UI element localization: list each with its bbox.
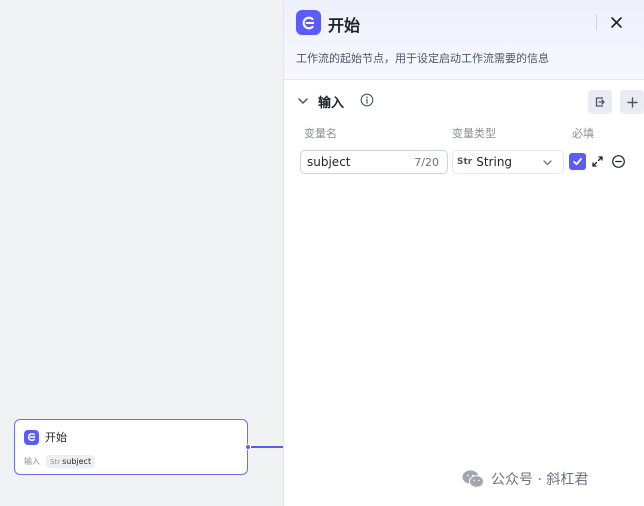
variable-name-field[interactable]: 7/20 [300,150,448,174]
check-icon [573,158,582,166]
start-node-title: 开始 [45,431,67,444]
plus-icon [626,96,638,108]
column-header-required: 必填 [572,127,594,140]
close-icon [610,16,622,28]
panel-header: 开始 工作流的起始节点，用于设定启动工作流需要的信息 [284,0,644,80]
panel-description: 工作流的起始节点，用于设定启动工作流需要的信息 [296,52,549,65]
input-section-title: 输入 [318,96,345,111]
chevron-down-icon [543,160,552,166]
start-node-param-name: subject [62,457,92,466]
panel-title: 开始 [328,16,361,35]
connection-edge [251,446,283,448]
add-variable-button[interactable] [620,90,644,114]
variable-name-char-count: 7/20 [414,155,439,169]
column-header-name: 变量名 [304,127,337,140]
close-button[interactable] [605,11,627,33]
watermark: 公众号 · 斜杠君 [461,468,588,490]
string-type-icon: Str [50,457,61,466]
start-icon [24,429,39,445]
workflow-canvas[interactable]: 开始 输入 Str subject [0,0,283,506]
start-icon [296,10,321,35]
required-checkbox[interactable] [569,153,586,170]
input-section-header: 输入 [296,90,644,114]
remove-variable-icon[interactable] [611,154,626,169]
info-icon[interactable] [360,93,374,107]
import-icon [595,97,605,107]
start-node-inputs: 输入 Str subject [24,455,96,468]
string-type-icon: Str [457,157,473,167]
variable-type-value: String [476,155,513,169]
column-header-type: 变量类型 [452,127,496,140]
header-divider [596,14,597,30]
watermark-text: 公众号 · 斜杠君 [491,472,589,488]
expand-icon[interactable] [591,155,604,168]
import-variables-button[interactable] [588,90,612,114]
start-node-header: 开始 [24,429,67,445]
variable-row: 7/20 Str String [284,150,644,174]
chevron-down-icon[interactable] [296,94,310,108]
start-node-param-tag: Str subject [46,455,96,468]
start-node-input-label: 输入 [24,457,40,466]
variable-type-select[interactable]: Str String [452,150,564,174]
start-node[interactable]: 开始 输入 Str subject [14,419,248,475]
variable-name-input[interactable] [307,155,407,169]
node-settings-panel: 开始 工作流的起始节点，用于设定启动工作流需要的信息 输入 变量名 变量类型 必… [283,0,644,506]
wechat-icon [462,470,485,488]
